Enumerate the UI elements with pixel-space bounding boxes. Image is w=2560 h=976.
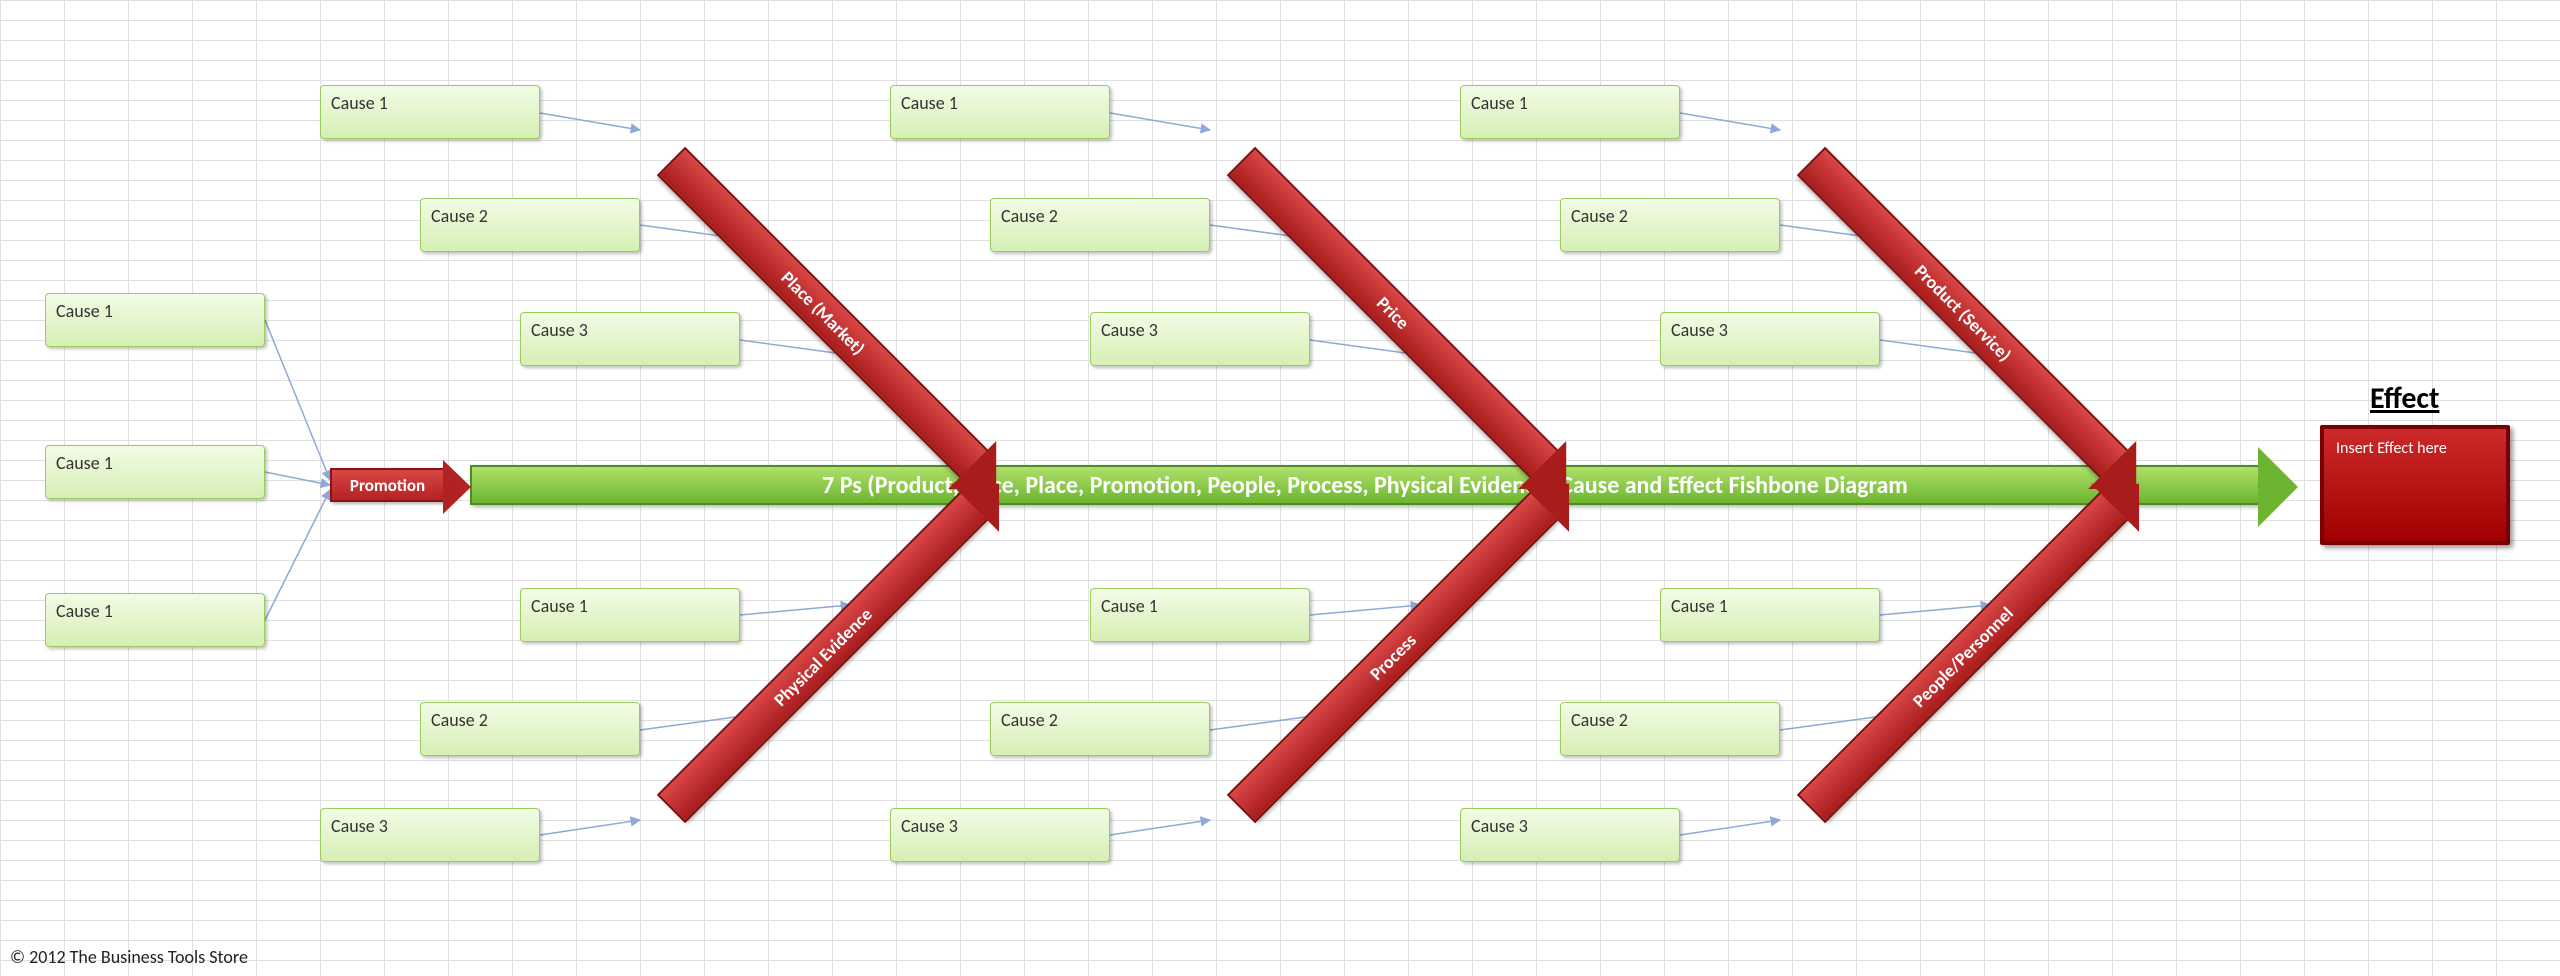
cause-text: Cause 1: [56, 300, 113, 322]
bone-label: Physical Evidence: [769, 603, 876, 710]
cause-text: Cause 1: [1671, 595, 1728, 617]
cause-text: Cause 2: [1001, 205, 1058, 227]
cause-text: Cause 2: [1001, 709, 1058, 731]
promotion-label: Promotion: [350, 475, 425, 496]
cause-text: Cause 2: [431, 709, 488, 731]
fishbone-diagram: 7 Ps (Product, Price, Place, Promotion, …: [40, 40, 2520, 940]
cause-text: Cause 3: [331, 815, 388, 837]
spine-arrow[interactable]: 7 Ps (Product, Price, Place, Promotion, …: [470, 465, 2260, 505]
cause-box[interactable]: Cause 3: [320, 808, 540, 862]
cause-text: Cause 3: [531, 319, 588, 341]
cause-box[interactable]: Cause 3: [890, 808, 1110, 862]
promo-cause-box[interactable]: Cause 1: [45, 293, 265, 347]
cause-box[interactable]: Cause 2: [990, 702, 1210, 756]
cause-box[interactable]: Cause 3: [1660, 312, 1880, 366]
cause-box[interactable]: Cause 3: [1090, 312, 1310, 366]
cause-box[interactable]: Cause 2: [1560, 702, 1780, 756]
cause-box[interactable]: Cause 1: [1090, 588, 1310, 642]
cause-text: Cause 3: [1471, 815, 1528, 837]
cause-box[interactable]: Cause 2: [420, 702, 640, 756]
effect-heading: Effect: [2370, 380, 2439, 417]
bone-label: Process: [1365, 629, 1420, 684]
bone-physical-evidence[interactable]: Physical Evidence: [657, 491, 989, 823]
cause-text: Cause 1: [901, 92, 958, 114]
bone-people[interactable]: People/Personnel: [1797, 491, 2129, 823]
cause-text: Cause 1: [331, 92, 388, 114]
cause-box[interactable]: Cause 2: [990, 198, 1210, 252]
cause-box[interactable]: Cause 3: [1460, 808, 1680, 862]
cause-text: Cause 3: [1671, 319, 1728, 341]
bone-label: Price: [1372, 292, 1414, 334]
cause-box[interactable]: Cause 1: [1660, 588, 1880, 642]
bone-label: Place (Market): [777, 267, 870, 360]
cause-text: Cause 2: [1571, 205, 1628, 227]
bone-label: People/Personnel: [1908, 602, 2018, 712]
cause-text: Cause 2: [431, 205, 488, 227]
effect-box[interactable]: Insert Effect here: [2320, 425, 2510, 545]
cause-text: Cause 1: [1471, 92, 1528, 114]
cause-text: Cause 2: [1571, 709, 1628, 731]
cause-text: Cause 1: [56, 452, 113, 474]
cause-text: Cause 3: [1101, 319, 1158, 341]
cause-text: Cause 3: [901, 815, 958, 837]
bone-label: Product (Service): [1910, 260, 2016, 366]
cause-box[interactable]: Cause 1: [520, 588, 740, 642]
cause-box[interactable]: Cause 1: [320, 85, 540, 139]
bone-process[interactable]: Process: [1227, 491, 1559, 823]
cause-text: Cause 1: [56, 600, 113, 622]
promo-cause-box[interactable]: Cause 1: [45, 445, 265, 499]
cause-box[interactable]: Cause 3: [520, 312, 740, 366]
cause-box[interactable]: Cause 1: [890, 85, 1110, 139]
cause-text: Cause 1: [531, 595, 588, 617]
cause-box[interactable]: Cause 2: [1560, 198, 1780, 252]
promotion-arrow[interactable]: Promotion: [330, 468, 445, 502]
promo-cause-box[interactable]: Cause 1: [45, 593, 265, 647]
cause-box[interactable]: Cause 2: [420, 198, 640, 252]
cause-text: Cause 1: [1101, 595, 1158, 617]
effect-box-text: Insert Effect here: [2336, 439, 2447, 458]
cause-box[interactable]: Cause 1: [1460, 85, 1680, 139]
copyright-text: © 2012 The Business Tools Store: [10, 946, 248, 968]
